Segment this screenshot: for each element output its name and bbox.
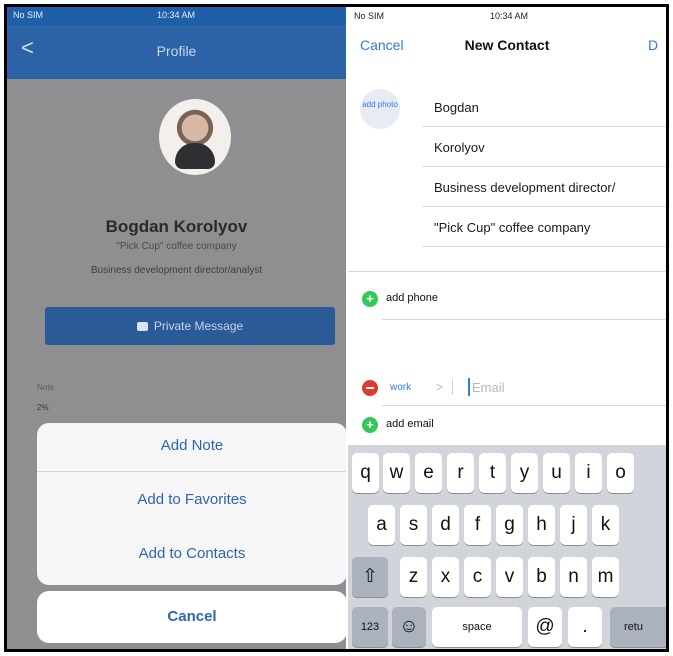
note-value: 2%	[37, 403, 49, 412]
done-button[interactable]: D	[648, 37, 658, 53]
add-phone-label[interactable]: add phone	[386, 292, 438, 304]
key[interactable]: g	[496, 505, 523, 545]
first-name-field[interactable]: Bogdan	[422, 89, 666, 127]
numbers-key[interactable]: 123	[352, 607, 388, 647]
status-time: 10:34 AM	[157, 10, 196, 20]
key[interactable]: z	[400, 557, 427, 597]
carrier-label: No SIM	[354, 11, 385, 21]
last-name-field[interactable]: Korolyov	[422, 129, 666, 167]
profile-position: Business development director/analyst	[90, 265, 263, 276]
email-type-label[interactable]: work	[390, 382, 411, 393]
action-sheet: Add Note Add to Favorites Add to Contact…	[37, 423, 346, 585]
chevron-right-icon: >	[436, 380, 444, 394]
key[interactable]: j	[560, 505, 587, 545]
nav-bar: < Profile	[7, 25, 346, 79]
key[interactable]: h	[528, 505, 555, 545]
key[interactable]: q	[352, 453, 379, 493]
add-to-contacts-button[interactable]: Add to Contacts	[37, 545, 346, 562]
key[interactable]: k	[592, 505, 619, 545]
nav-bar: Cancel New Contact D	[348, 27, 666, 63]
add-phone-icon[interactable]: +	[362, 291, 378, 307]
screenshot-frame: No SIM 10:34 AM < Profile Bogdan Korolyo…	[4, 4, 669, 652]
profile-name: Bogdan Korolyov	[105, 217, 248, 236]
add-email-label[interactable]: add email	[386, 418, 434, 430]
profile-company: "Pick Cup" coffee company	[116, 241, 237, 252]
key[interactable]: a	[368, 505, 395, 545]
key[interactable]: u	[543, 453, 570, 493]
status-bar: No SIM 10:34 AM	[7, 7, 346, 25]
note-label: Note	[37, 383, 54, 392]
emoji-icon[interactable]: ☺	[392, 607, 426, 647]
status-bar: No SIM 10:34 AM	[348, 7, 666, 25]
divider	[452, 379, 453, 395]
dot-key[interactable]: .	[568, 607, 602, 647]
key[interactable]: n	[560, 557, 587, 597]
page-title: New Contact	[464, 37, 550, 53]
profile-screen: No SIM 10:34 AM < Profile Bogdan Korolyo…	[7, 7, 346, 649]
email-input[interactable]: Email	[472, 380, 505, 395]
status-time: 10:34 AM	[490, 11, 529, 21]
keyboard: q w e r t y u i o a s d f g h j k ⇧ z x …	[348, 445, 666, 649]
company-field[interactable]: "Pick Cup" coffee company	[422, 209, 666, 247]
message-icon	[136, 322, 148, 332]
key[interactable]: t	[479, 453, 506, 493]
key[interactable]: r	[447, 453, 474, 493]
new-contact-screen: No SIM 10:34 AM Cancel New Contact D add…	[348, 7, 666, 649]
add-email-icon[interactable]: +	[362, 417, 378, 433]
job-title-field[interactable]: Business development director/	[422, 169, 666, 207]
key[interactable]: c	[464, 557, 491, 597]
key[interactable]: b	[528, 557, 555, 597]
key[interactable]: d	[432, 505, 459, 545]
add-note-button[interactable]: Add Note	[37, 437, 346, 454]
remove-email-icon[interactable]	[362, 380, 378, 396]
key[interactable]: o	[607, 453, 634, 493]
key[interactable]: y	[511, 453, 538, 493]
cancel-button[interactable]: Cancel	[37, 591, 346, 643]
divider	[37, 471, 346, 472]
key[interactable]: s	[400, 505, 427, 545]
key[interactable]: i	[575, 453, 602, 493]
key[interactable]: x	[432, 557, 459, 597]
carrier-label: No SIM	[13, 10, 44, 20]
key[interactable]: v	[496, 557, 523, 597]
add-photo-button[interactable]: add photo	[360, 89, 400, 129]
text-cursor	[468, 378, 470, 396]
divider	[382, 405, 666, 406]
add-to-favorites-button[interactable]: Add to Favorites	[37, 491, 346, 508]
key[interactable]: f	[464, 505, 491, 545]
key[interactable]: e	[415, 453, 442, 493]
divider	[382, 319, 666, 320]
space-key[interactable]: space	[432, 607, 522, 647]
avatar	[159, 99, 231, 175]
page-title: Profile	[156, 43, 197, 59]
key[interactable]: m	[592, 557, 619, 597]
divider	[348, 271, 666, 272]
return-key[interactable]: retu	[610, 607, 666, 647]
at-key[interactable]: @	[528, 607, 562, 647]
key[interactable]: w	[383, 453, 410, 493]
shift-key[interactable]: ⇧	[352, 557, 388, 597]
private-message-button[interactable]: Private Message	[45, 307, 335, 345]
private-message-label: Private Message	[153, 319, 244, 333]
